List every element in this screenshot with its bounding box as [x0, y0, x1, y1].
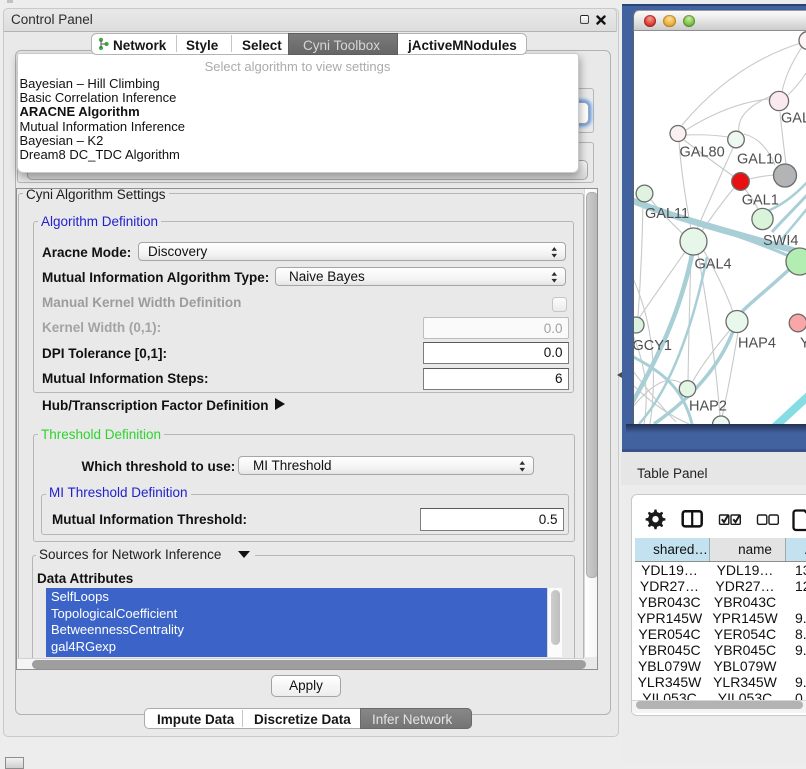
svg-text:SWI4: SWI4 [763, 233, 798, 249]
svg-text:YM: YM [800, 335, 806, 351]
svg-text:GAL10: GAL10 [737, 151, 782, 167]
svg-text:HAP2: HAP2 [689, 398, 727, 414]
svg-text:GAL4: GAL4 [695, 256, 732, 272]
svg-text:HAP4: HAP4 [738, 335, 776, 351]
svg-text:GCY1: GCY1 [634, 338, 672, 354]
svg-text:GAL80: GAL80 [680, 144, 725, 160]
svg-text:GAL2: GAL2 [781, 110, 806, 126]
svg-text:GAL1: GAL1 [742, 192, 779, 208]
svg-text:GAL11: GAL11 [645, 206, 689, 222]
